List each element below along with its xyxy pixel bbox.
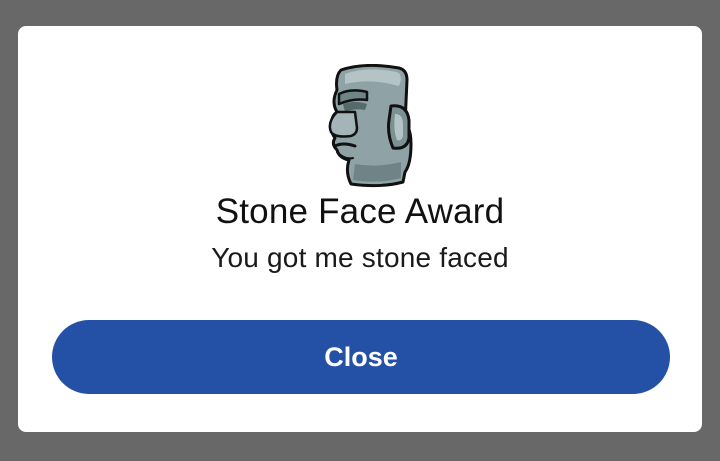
award-title: Stone Face Award [215,192,505,231]
close-button[interactable]: Close [52,320,670,394]
award-dialog: Stone Face Award You got me stone faced … [18,26,702,432]
award-description: You got me stone faced [211,242,509,273]
moai-stone-face-icon [321,64,417,188]
